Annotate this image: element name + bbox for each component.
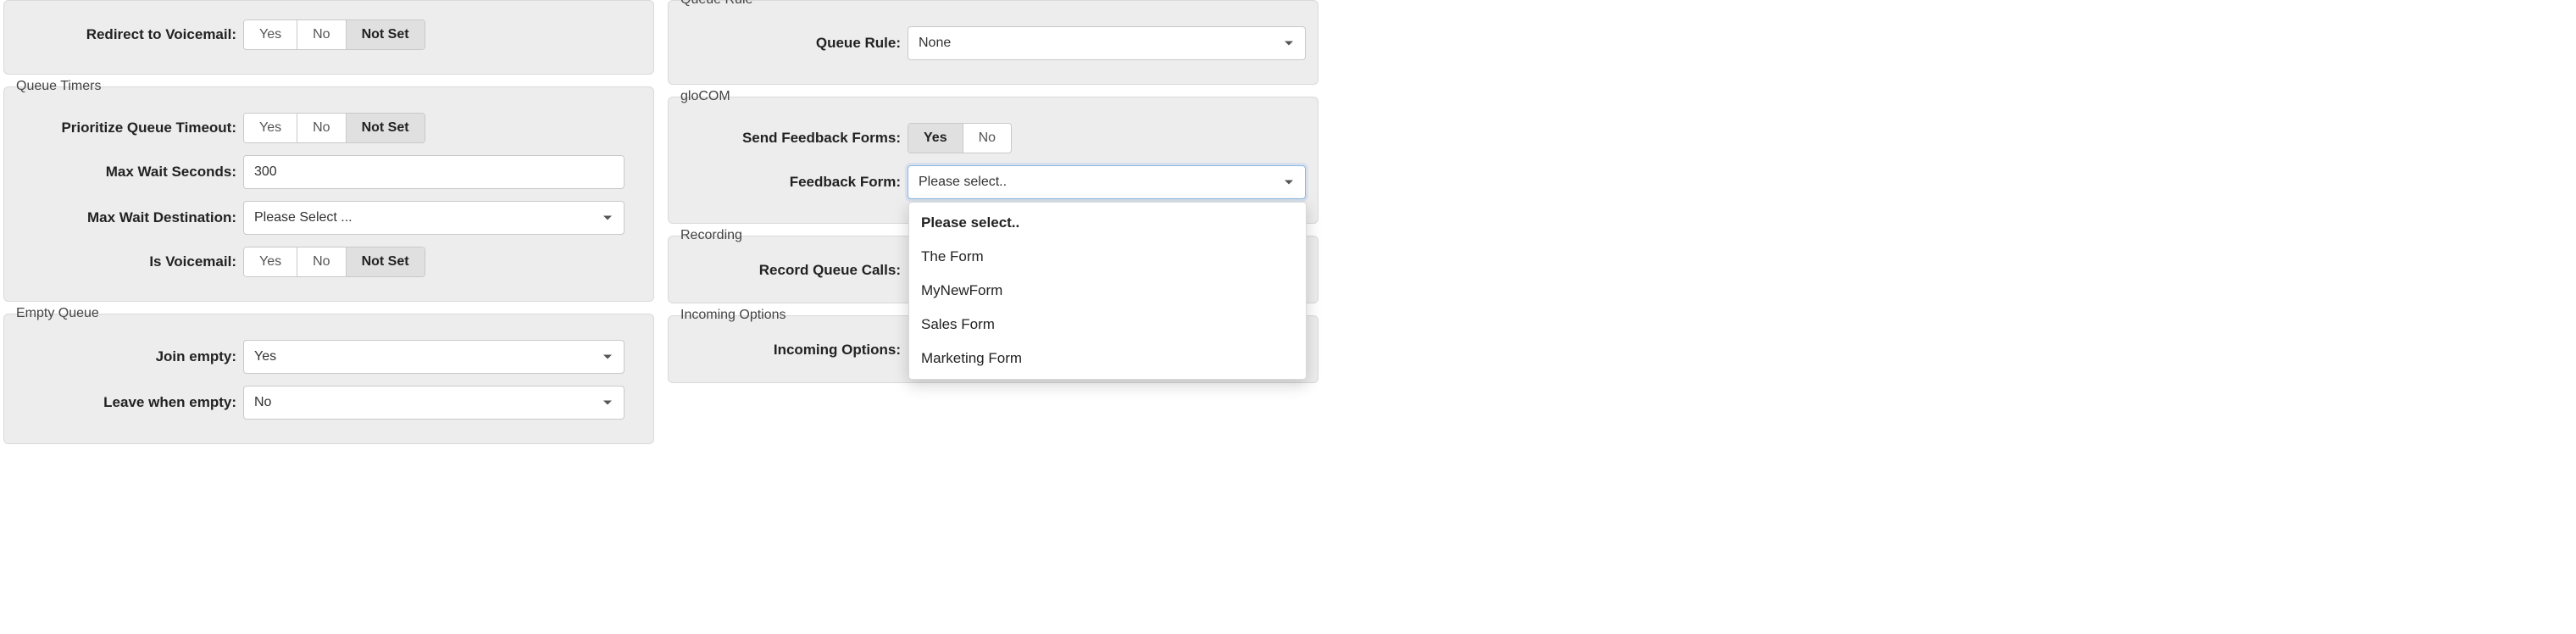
prioritize-notset[interactable]: Not Set bbox=[347, 114, 425, 142]
send-ff-no[interactable]: No bbox=[963, 124, 1011, 153]
row-is-voicemail: Is Voicemail: Yes No Not Set bbox=[16, 247, 641, 277]
chevron-down-icon bbox=[1285, 181, 1293, 185]
feedback-form-value: Please select.. bbox=[919, 175, 1007, 190]
chevron-down-icon bbox=[603, 401, 612, 405]
row-feedback-form: Feedback Form: Please select.. Please se… bbox=[680, 165, 1306, 199]
prioritize-no[interactable]: No bbox=[297, 114, 346, 142]
send-feedback-forms-toggle[interactable]: Yes No bbox=[908, 123, 1012, 153]
max-wait-destination-select[interactable]: Please Select ... bbox=[243, 201, 625, 235]
chevron-down-icon bbox=[1285, 42, 1293, 46]
max-wait-seconds-value: 300 bbox=[254, 164, 277, 180]
label-is-voicemail: Is Voicemail: bbox=[16, 253, 236, 270]
section-queue-timers: Queue Timers Prioritize Queue Timeout: Y… bbox=[3, 86, 654, 302]
redirect-voicemail-no[interactable]: No bbox=[297, 20, 346, 49]
section-title-glocom: gloCOM bbox=[680, 89, 1306, 104]
section-top-left: Redirect to Voicemail: Yes No Not Set bbox=[3, 0, 654, 75]
row-queue-rule: Queue Rule: None bbox=[680, 26, 1306, 60]
row-prioritize-timeout: Prioritize Queue Timeout: Yes No Not Set bbox=[16, 113, 641, 143]
max-wait-seconds-input[interactable]: 300 bbox=[243, 155, 625, 189]
row-max-wait-destination: Max Wait Destination: Please Select ... bbox=[16, 201, 641, 235]
row-join-empty: Join empty: Yes bbox=[16, 340, 641, 374]
is-voicemail-yes[interactable]: Yes bbox=[244, 247, 297, 276]
queue-rule-select[interactable]: None bbox=[908, 26, 1306, 60]
label-record-queue-calls: Record Queue Calls: bbox=[680, 262, 901, 279]
label-incoming-options: Incoming Options: bbox=[680, 342, 901, 359]
label-prioritize-timeout: Prioritize Queue Timeout: bbox=[16, 120, 236, 136]
label-join-empty: Join empty: bbox=[16, 348, 236, 365]
section-empty-queue: Empty Queue Join empty: Yes Leave when e… bbox=[3, 314, 654, 444]
redirect-voicemail-toggle[interactable]: Yes No Not Set bbox=[243, 19, 425, 50]
feedback-form-option[interactable]: The Form bbox=[909, 240, 1306, 274]
feedback-form-option[interactable]: MyNewForm bbox=[909, 274, 1306, 308]
chevron-down-icon bbox=[603, 355, 612, 359]
label-redirect-voicemail: Redirect to Voicemail: bbox=[16, 26, 236, 43]
feedback-form-option[interactable]: Sales Form bbox=[909, 308, 1306, 342]
section-glocom: gloCOM Send Feedback Forms: Yes No Feedb… bbox=[668, 97, 1319, 224]
is-voicemail-notset[interactable]: Not Set bbox=[347, 247, 425, 276]
section-title-queue-rule: Queue Rule bbox=[680, 0, 1306, 8]
queue-rule-value: None bbox=[919, 36, 951, 51]
leave-when-empty-value: No bbox=[254, 395, 271, 410]
max-wait-destination-value: Please Select ... bbox=[254, 210, 353, 225]
row-leave-when-empty: Leave when empty: No bbox=[16, 386, 641, 420]
feedback-form-dropdown[interactable]: Please select.. The Form MyNewForm Sales… bbox=[908, 202, 1307, 380]
feedback-form-select[interactable]: Please select.. Please select.. The Form… bbox=[908, 165, 1306, 199]
join-empty-select[interactable]: Yes bbox=[243, 340, 625, 374]
prioritize-timeout-toggle[interactable]: Yes No Not Set bbox=[243, 113, 425, 143]
section-queue-rule: Queue Rule Queue Rule: None bbox=[668, 0, 1319, 85]
leave-when-empty-select[interactable]: No bbox=[243, 386, 625, 420]
label-max-wait-destination: Max Wait Destination: bbox=[16, 209, 236, 226]
row-max-wait-seconds: Max Wait Seconds: 300 bbox=[16, 155, 641, 189]
send-ff-yes[interactable]: Yes bbox=[908, 124, 963, 153]
label-leave-when-empty: Leave when empty: bbox=[16, 394, 236, 411]
label-max-wait-seconds: Max Wait Seconds: bbox=[16, 164, 236, 181]
prioritize-yes[interactable]: Yes bbox=[244, 114, 297, 142]
join-empty-value: Yes bbox=[254, 349, 276, 364]
label-send-feedback-forms: Send Feedback Forms: bbox=[680, 130, 901, 147]
redirect-voicemail-yes[interactable]: Yes bbox=[244, 20, 297, 49]
redirect-voicemail-notset[interactable]: Not Set bbox=[347, 20, 425, 49]
row-redirect-voicemail: Redirect to Voicemail: Yes No Not Set bbox=[16, 19, 641, 50]
section-title-queue-timers: Queue Timers bbox=[16, 79, 641, 94]
chevron-down-icon bbox=[603, 216, 612, 220]
label-queue-rule: Queue Rule: bbox=[680, 35, 901, 52]
feedback-form-option[interactable]: Marketing Form bbox=[909, 342, 1306, 375]
feedback-form-option[interactable]: Please select.. bbox=[909, 206, 1306, 240]
row-send-feedback-forms: Send Feedback Forms: Yes No bbox=[680, 123, 1306, 153]
is-voicemail-toggle[interactable]: Yes No Not Set bbox=[243, 247, 425, 277]
section-title-empty-queue: Empty Queue bbox=[16, 306, 641, 321]
is-voicemail-no[interactable]: No bbox=[297, 247, 346, 276]
label-feedback-form: Feedback Form: bbox=[680, 174, 901, 191]
